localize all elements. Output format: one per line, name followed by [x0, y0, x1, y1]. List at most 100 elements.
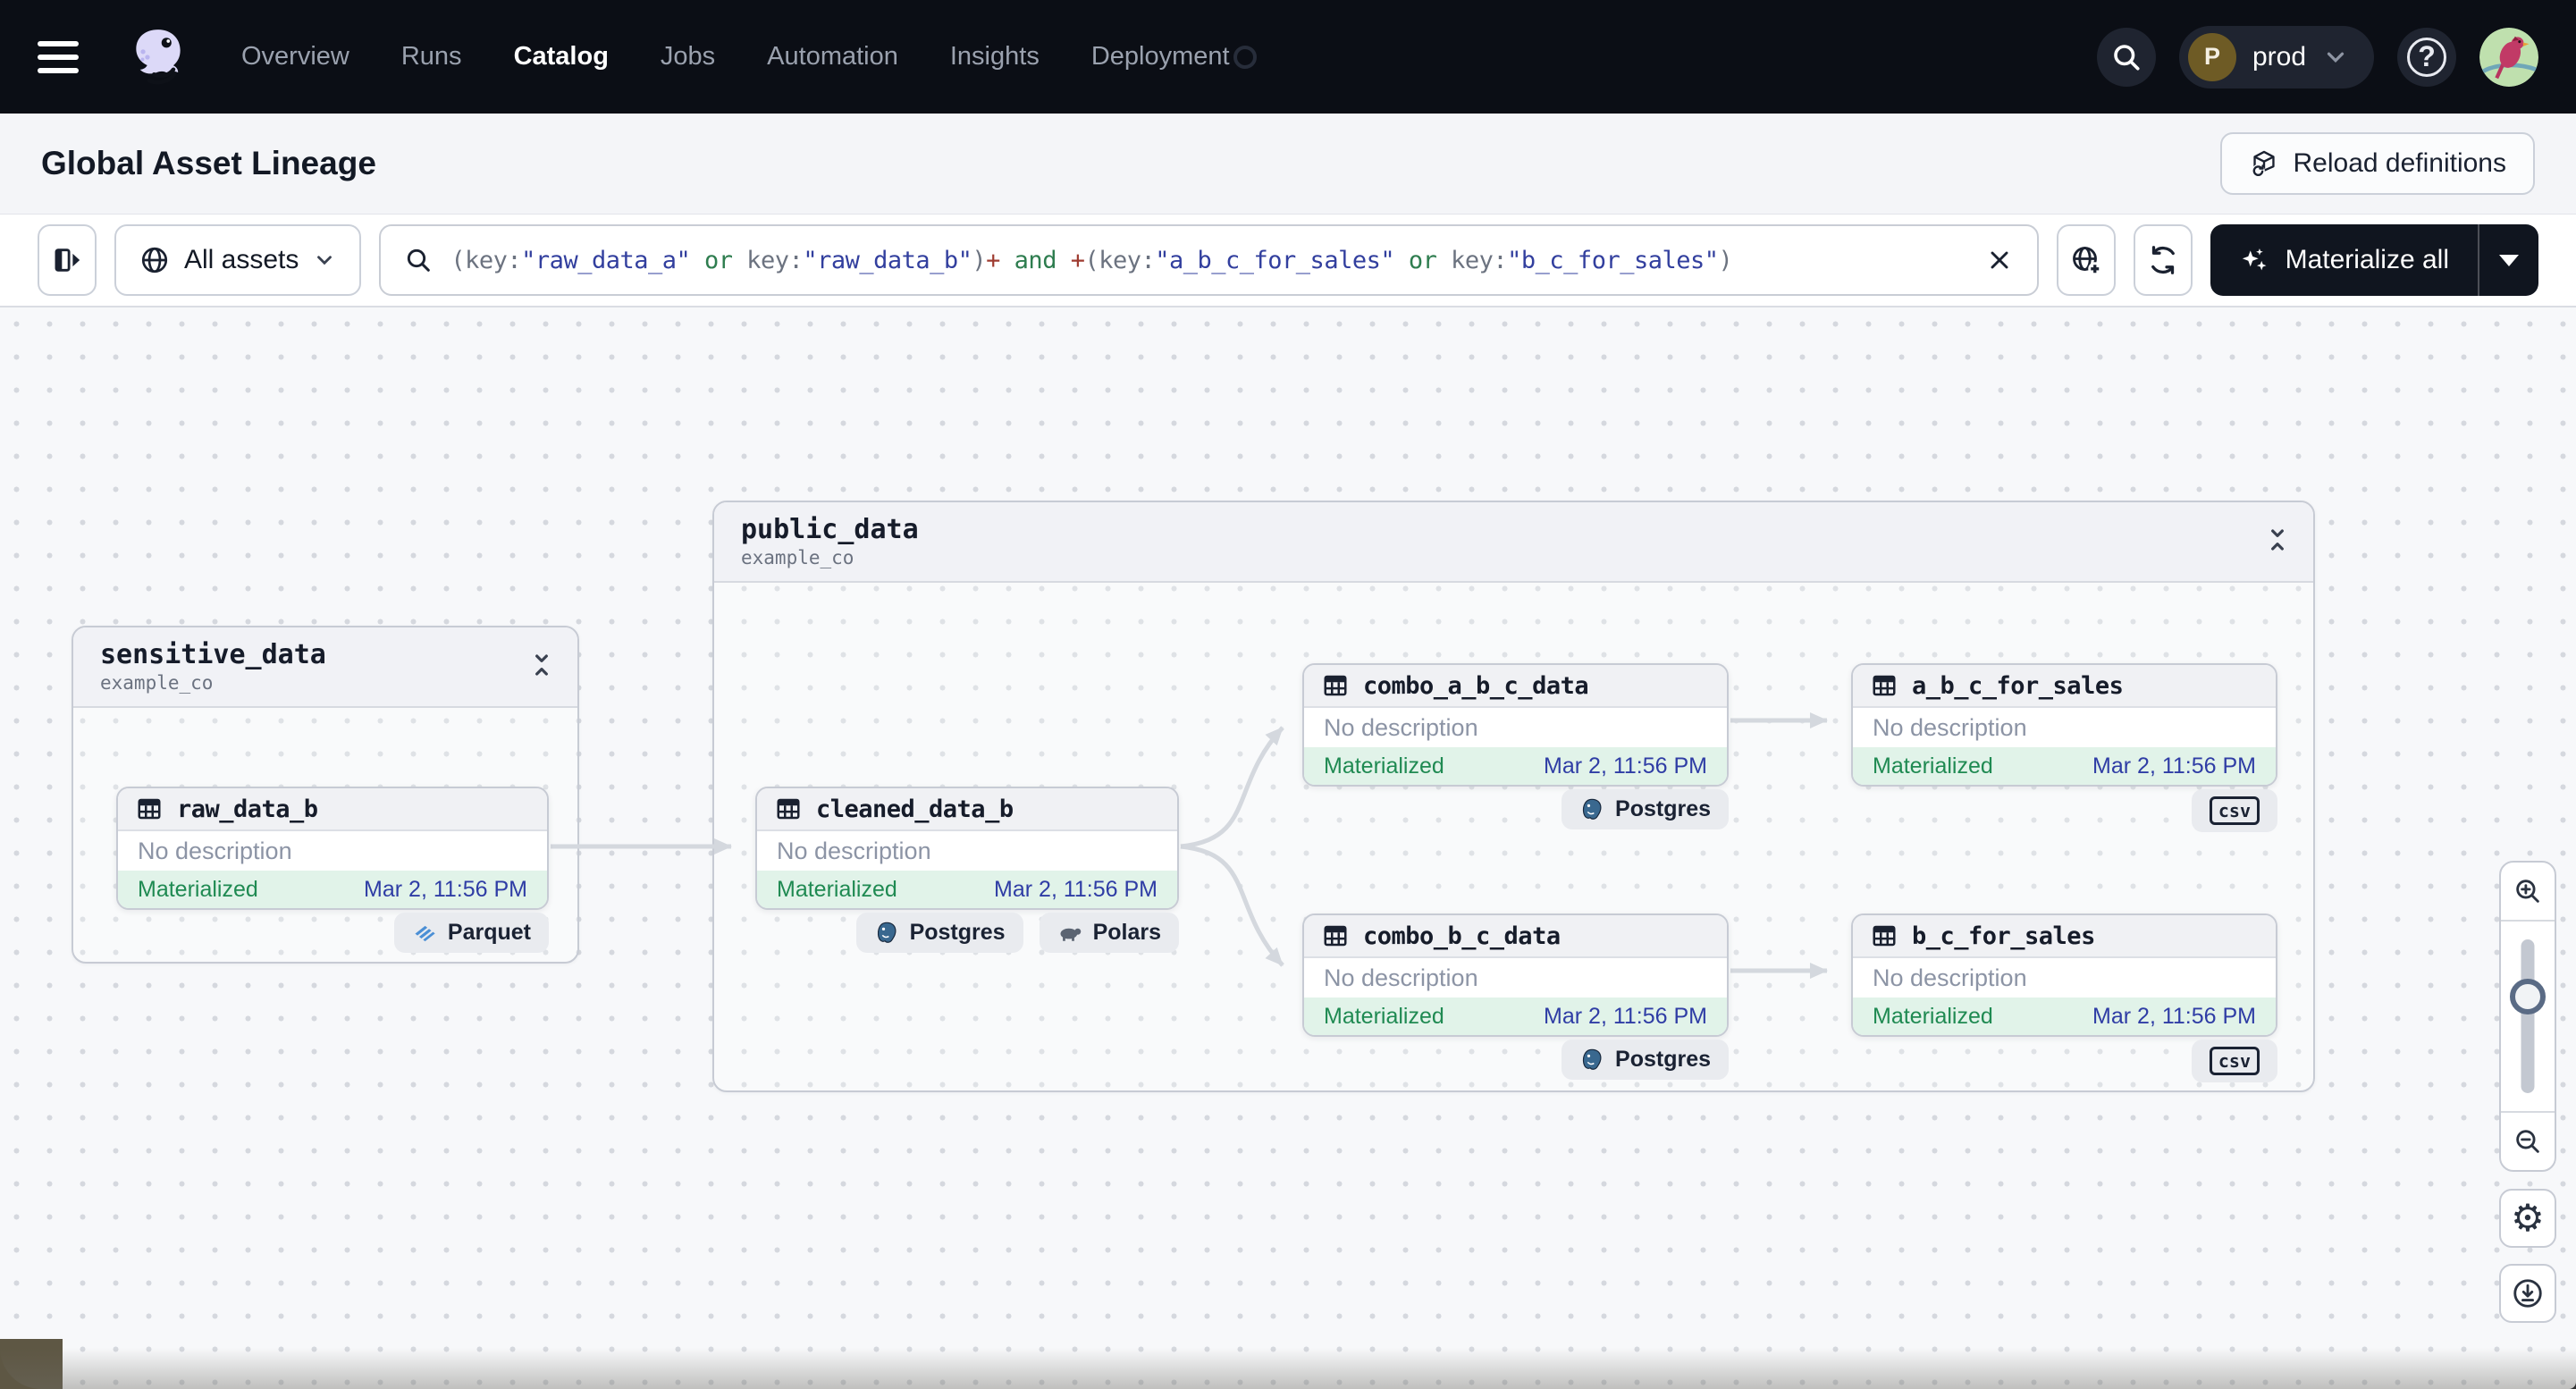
dagster-logo-icon[interactable] — [125, 24, 191, 90]
kind-label: Postgres — [1615, 796, 1711, 821]
group-location: example_co — [741, 546, 854, 568]
canvas-corner-backing — [0, 1339, 63, 1389]
asset-timestamp-link[interactable]: Mar 2, 11:56 PM — [994, 877, 1158, 903]
lineage-canvas[interactable]: sensitive_data example_co public_data ex… — [0, 307, 2576, 1389]
asset-timestamp-link[interactable]: Mar 2, 11:56 PM — [2092, 1004, 2256, 1030]
lineage-toolbar: All assets (key:"raw_data_a" or key:"raw… — [0, 215, 2576, 307]
table-icon — [1324, 675, 1347, 696]
asset-node-combo-a-b-c-data[interactable]: combo_a_b_c_data No description Material… — [1302, 663, 1729, 787]
asset-description: No description — [1324, 964, 1478, 991]
asset-kind-badges: csv — [1851, 1040, 2277, 1082]
collapse-group-icon[interactable] — [2263, 526, 2292, 559]
asset-description: No description — [1873, 713, 2027, 741]
nav-item-runs[interactable]: Runs — [401, 42, 462, 72]
asset-description: No description — [138, 837, 292, 864]
asset-node-cleaned-data-b[interactable]: cleaned_data_b No description Materializ… — [755, 787, 1179, 910]
asset-timestamp-link[interactable]: Mar 2, 11:56 PM — [1544, 753, 1707, 779]
kind-badge-parquet[interactable]: Parquet — [393, 913, 549, 953]
query-segment: (key: — [1084, 246, 1156, 274]
postgres-icon — [1582, 798, 1602, 820]
collapse-group-icon[interactable] — [527, 651, 556, 684]
asset-node-combo-b-c-data[interactable]: combo_b_c_data No description Materializ… — [1302, 913, 1729, 1037]
asset-name: b_c_for_sales — [1912, 922, 2095, 950]
asset-status: Materialized — [1324, 753, 1444, 779]
query-segment: + — [1070, 246, 1085, 274]
asset-node-header: a_b_c_for_sales — [1853, 665, 2276, 708]
table-icon — [138, 798, 161, 820]
group-header[interactable]: public_data example_co — [714, 502, 2313, 583]
nav-item-deployment[interactable]: Deployment — [1091, 42, 1230, 72]
asset-timestamp-link[interactable]: Mar 2, 11:56 PM — [364, 877, 527, 903]
materialize-options-button[interactable] — [2479, 224, 2538, 296]
asset-status: Materialized — [1873, 753, 1993, 779]
asset-status-row: Materialized Mar 2, 11:56 PM — [1853, 747, 2276, 785]
kind-badge-polars[interactable]: Polars — [1039, 913, 1179, 953]
materialize-all-button[interactable]: Materialize all — [2210, 224, 2478, 296]
asset-node-raw-data-b[interactable]: raw_data_b No description Materialized M… — [116, 787, 549, 910]
open-sidebar-button[interactable] — [38, 224, 97, 296]
zoom-slider[interactable] — [2501, 922, 2555, 1111]
asset-kind-badges: Parquet — [116, 913, 549, 953]
asset-node-header: raw_data_b — [118, 788, 547, 831]
zoom-out-button[interactable] — [2501, 1111, 2555, 1170]
search-query-text: (key:"raw_data_a" or key:"raw_data_b")+ … — [450, 247, 1732, 274]
kind-badge-csv[interactable]: csv — [2191, 1040, 2277, 1082]
view-global-graph-button[interactable] — [2056, 224, 2116, 296]
kind-badge-postgres[interactable]: Postgres — [1562, 1040, 1729, 1080]
csv-icon: csv — [2209, 796, 2260, 825]
workspace-switcher[interactable]: P prod — [2178, 25, 2374, 88]
asset-kind-badges: Postgres Polars — [755, 913, 1179, 953]
group-header[interactable]: sensitive_data example_co — [73, 627, 577, 708]
menu-icon[interactable] — [38, 29, 95, 86]
polars-icon — [1060, 928, 1081, 941]
reload-definitions-label: Reload definitions — [2293, 148, 2507, 178]
query-segment: + — [986, 246, 1000, 274]
zoom-slider-thumb[interactable] — [2510, 979, 2546, 1014]
kind-label: Parquet — [447, 920, 531, 945]
reload-definitions-button[interactable]: Reload definitions — [2219, 132, 2535, 195]
nav-item-catalog[interactable]: Catalog — [514, 42, 609, 72]
asset-search-input[interactable]: (key:"raw_data_a" or key:"raw_data_b")+ … — [379, 224, 2039, 296]
parquet-icon — [415, 925, 435, 941]
globe-add-icon — [2072, 247, 2101, 276]
help-button[interactable]: ? — [2397, 27, 2456, 87]
graph-settings-button[interactable]: ⚙ — [2499, 1189, 2556, 1248]
nav-item-insights[interactable]: Insights — [950, 42, 1040, 72]
asset-kind-badges: csv — [1851, 789, 2277, 832]
gear-icon: ⚙ — [2511, 1197, 2545, 1239]
asset-timestamp-link[interactable]: Mar 2, 11:56 PM — [1544, 1004, 1707, 1030]
zoom-in-button[interactable] — [2501, 863, 2555, 922]
zoom-slider-track[interactable] — [2521, 939, 2535, 1093]
clear-search-button[interactable] — [1985, 246, 2014, 274]
asset-scope-dropdown[interactable]: All assets — [114, 224, 362, 296]
query-segment: key: — [1451, 246, 1508, 274]
asset-name: a_b_c_for_sales — [1912, 671, 2124, 700]
table-icon — [777, 798, 800, 820]
asset-node-header: combo_a_b_c_data — [1304, 665, 1727, 708]
search-icon — [408, 248, 431, 272]
nav-item-automation[interactable]: Automation — [767, 42, 898, 72]
download-image-button[interactable] — [2499, 1264, 2556, 1323]
query-segment: ) — [1718, 246, 1733, 274]
asset-status-row: Materialized Mar 2, 11:56 PM — [757, 871, 1177, 908]
asset-node-a-b-c-for-sales[interactable]: a_b_c_for_sales No description Materiali… — [1851, 663, 2277, 787]
kind-badge-csv[interactable]: csv — [2191, 789, 2277, 832]
nav-item-jobs[interactable]: Jobs — [661, 42, 715, 72]
workspace-initial: P — [2187, 32, 2236, 81]
workspace-label: prod — [2252, 41, 2306, 72]
asset-status: Materialized — [1324, 1003, 1444, 1029]
refresh-button[interactable] — [2133, 224, 2193, 296]
zoom-controls — [2499, 861, 2556, 1172]
query-segment: ) — [972, 246, 987, 274]
query-segment: "raw_data_b" — [803, 246, 972, 274]
search-button[interactable] — [2096, 27, 2156, 87]
asset-node-b-c-for-sales[interactable]: b_c_for_sales No description Materialize… — [1851, 913, 2277, 1037]
nav-item-overview[interactable]: Overview — [241, 42, 349, 72]
kind-badge-postgres[interactable]: Postgres — [855, 913, 1023, 953]
user-avatar[interactable] — [2479, 27, 2538, 87]
asset-status: Materialized — [777, 876, 897, 902]
globe-icon — [141, 247, 168, 274]
loading-spinner-icon — [1233, 45, 1257, 69]
kind-badge-postgres[interactable]: Postgres — [1562, 789, 1729, 829]
asset-timestamp-link[interactable]: Mar 2, 11:56 PM — [2092, 753, 2256, 779]
